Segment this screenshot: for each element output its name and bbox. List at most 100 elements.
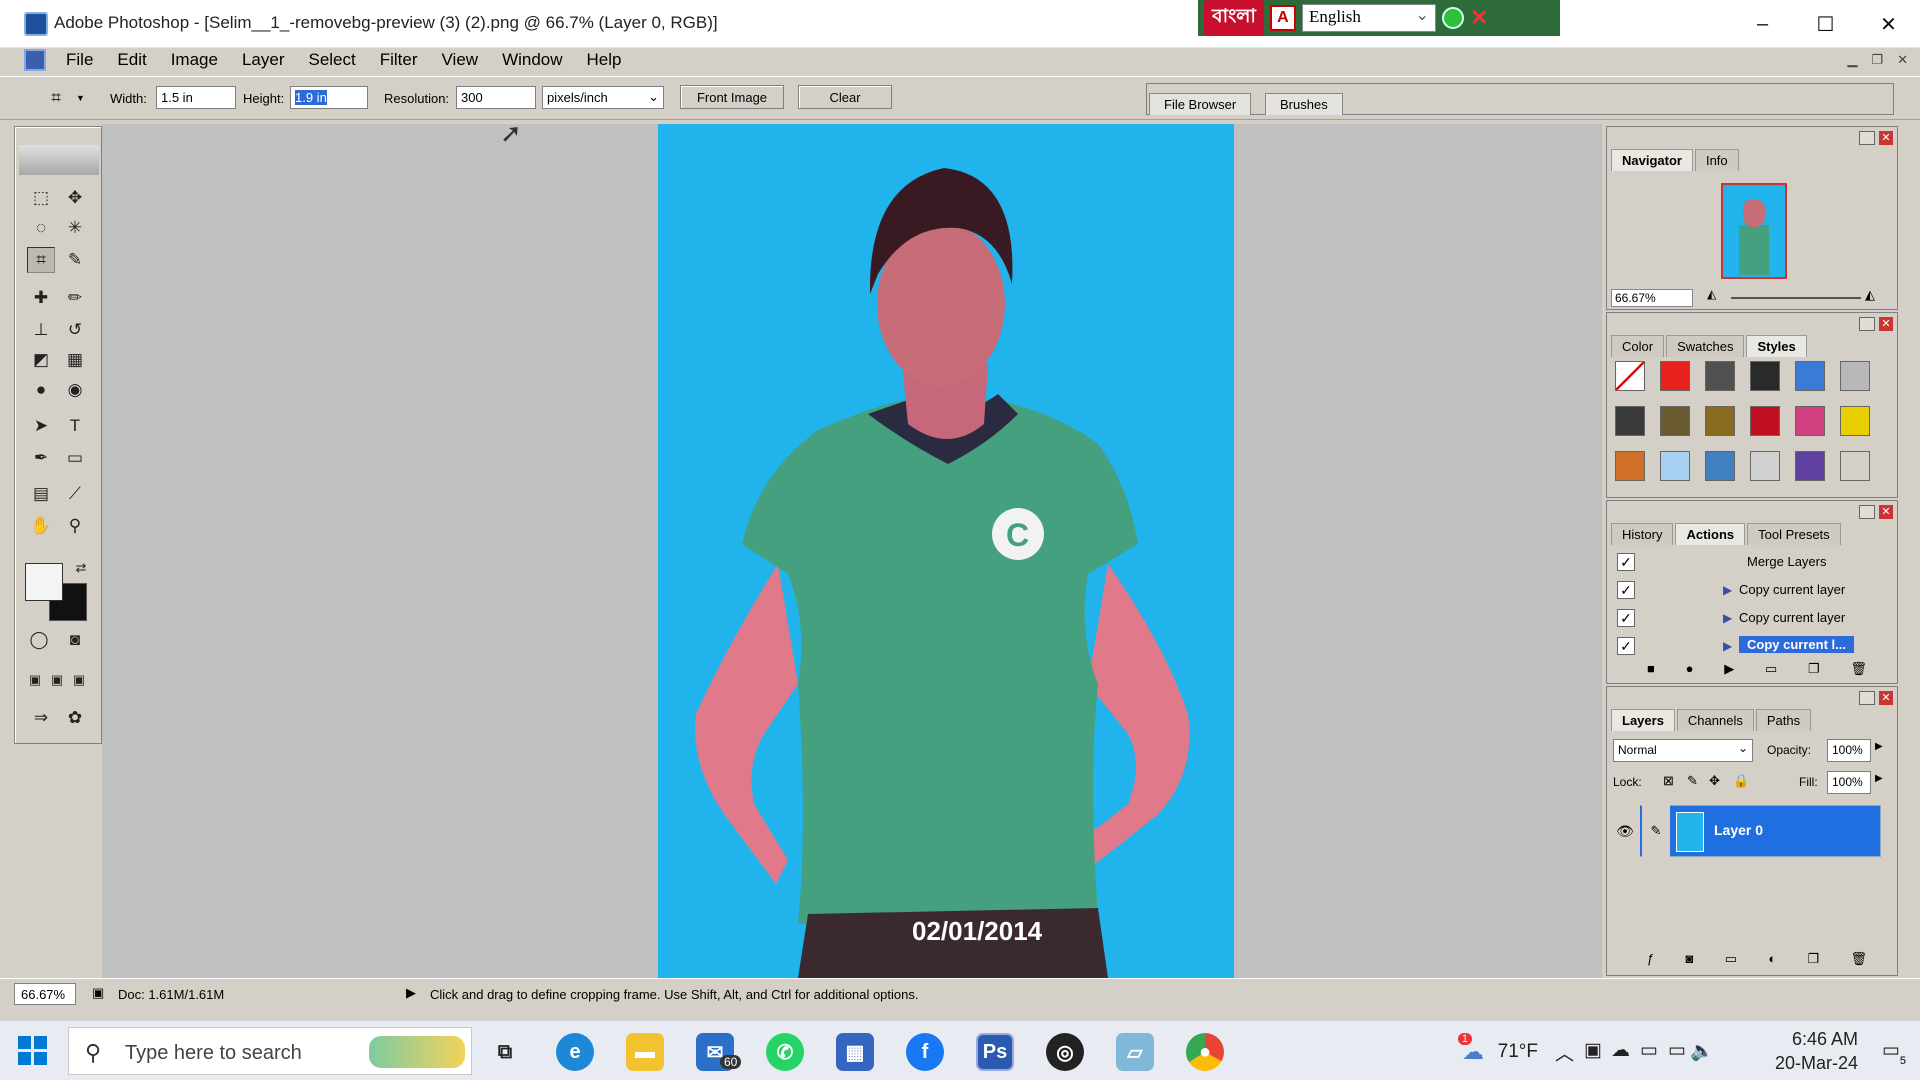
doc-close-button[interactable]: ✕ (1897, 52, 1908, 68)
preset-dropdown-arrow-icon[interactable]: ▼ (76, 93, 85, 103)
quick-mask-mode-icon[interactable]: ◙ (61, 627, 89, 653)
action-checkbox[interactable]: ✓ (1617, 581, 1635, 599)
tab-history[interactable]: History (1611, 523, 1674, 545)
clear-button[interactable]: Clear (798, 85, 892, 109)
start-button[interactable] (18, 1036, 48, 1066)
shape-tool-icon[interactable]: ▭ (61, 445, 89, 471)
tab-layers[interactable]: Layers (1611, 709, 1675, 731)
history-brush-tool-icon[interactable]: ↺ (61, 317, 89, 343)
new-set-icon[interactable]: ▭ (1765, 661, 1777, 681)
layer-mask-icon[interactable]: ◙ (1686, 951, 1694, 971)
clock-date[interactable]: 20-Mar-24 (1775, 1053, 1858, 1074)
foreground-color-swatch[interactable] (25, 563, 63, 601)
zoom-slider[interactable] (1731, 297, 1861, 299)
style-swatch[interactable] (1840, 406, 1870, 436)
microsoft-store-icon[interactable]: ▦ (836, 1033, 874, 1071)
document-icon[interactable] (24, 49, 46, 71)
maximize-button[interactable]: ☐ (1794, 0, 1857, 48)
menu-file[interactable]: File (54, 50, 105, 70)
style-swatch[interactable] (1795, 451, 1825, 481)
blur-tool-icon[interactable]: ● (27, 377, 55, 403)
camera-app-icon[interactable]: ◎ (1046, 1033, 1084, 1071)
opacity-input[interactable]: 100% (1827, 739, 1871, 762)
clock-time[interactable]: 6:46 AM (1792, 1029, 1858, 1050)
style-swatch-none[interactable] (1615, 361, 1645, 391)
action-row[interactable]: ✓ ▶ Copy current layer (1611, 577, 1881, 603)
actions-minimize-icon[interactable] (1859, 505, 1875, 519)
notes-tool-icon[interactable]: ▤ (27, 481, 55, 507)
imageready-icon[interactable]: ✿ (61, 705, 89, 731)
action-checkbox[interactable]: ✓ (1617, 637, 1635, 655)
style-swatch[interactable] (1750, 451, 1780, 481)
layer-row[interactable]: 👁 ✎ Layer 0 (1610, 804, 1881, 858)
width-input[interactable]: 1.5 in (156, 86, 236, 109)
gradient-tool-icon[interactable]: ▦ (61, 347, 89, 373)
fill-input[interactable]: 100% (1827, 771, 1871, 794)
bangla-keyboard-label[interactable]: বাংলা (1204, 0, 1264, 36)
status-menu-arrow-icon[interactable]: ▶ (406, 985, 416, 1001)
crop-tool-preset-icon[interactable]: ⌗ (42, 85, 70, 111)
lock-all-icon[interactable]: 🔒 (1733, 773, 1749, 789)
onedrive-icon[interactable]: ☁ (1611, 1039, 1630, 1062)
tab-styles[interactable]: Styles (1746, 335, 1807, 357)
eyedropper-tool-icon[interactable]: ⟋ (61, 481, 89, 507)
play-icon[interactable]: ▶ (1724, 661, 1734, 681)
status-zoom-field[interactable]: 66.67% (14, 983, 76, 1005)
whatsapp-icon[interactable]: ✆ (766, 1033, 804, 1071)
style-swatch[interactable] (1840, 361, 1870, 391)
opacity-slider-arrow-icon[interactable]: ▶ (1875, 741, 1883, 752)
action-row-selected[interactable]: ✓ ▶ Copy current l... (1611, 633, 1881, 659)
edge-browser-icon[interactable]: e (556, 1033, 594, 1071)
navigator-close-icon[interactable]: ✕ (1879, 131, 1893, 145)
notepad-icon[interactable]: ▱ (1116, 1033, 1154, 1071)
style-swatch[interactable] (1615, 406, 1645, 436)
tab-paths[interactable]: Paths (1755, 709, 1812, 731)
langbar-close-icon[interactable]: ✕ (1470, 5, 1488, 31)
styles-minimize-icon[interactable] (1859, 317, 1875, 331)
zoom-in-icon[interactable]: ◭ (1865, 287, 1875, 303)
photoshop-app-icon[interactable] (24, 12, 48, 36)
menu-view[interactable]: View (430, 50, 491, 70)
type-tool-icon[interactable]: T (61, 413, 89, 439)
resolution-unit-select[interactable]: pixels/inch ⌄ (542, 86, 664, 109)
healing-brush-tool-icon[interactable]: ✚ (27, 285, 55, 311)
new-action-icon[interactable]: ❐ (1808, 661, 1820, 681)
stop-icon[interactable]: ■ (1647, 661, 1655, 681)
doc-restore-button[interactable]: ❐ (1871, 52, 1883, 68)
tab-navigator[interactable]: Navigator (1611, 149, 1693, 171)
lock-transparency-icon[interactable]: ⊠ (1663, 773, 1674, 789)
zoom-tool-icon[interactable]: ⚲ (61, 513, 89, 539)
language-select[interactable]: English (1301, 4, 1436, 32)
style-swatch[interactable] (1795, 406, 1825, 436)
navigator-zoom-field[interactable]: 66.67% (1611, 289, 1693, 307)
tab-tool-presets[interactable]: Tool Presets (1747, 523, 1841, 545)
tab-actions[interactable]: Actions (1675, 523, 1746, 545)
action-checkbox[interactable]: ✓ (1617, 553, 1635, 571)
zoom-out-icon[interactable]: ◭ (1707, 287, 1716, 301)
notification-center-icon[interactable]: ▭ (1882, 1039, 1900, 1062)
navigator-thumbnail[interactable] (1721, 183, 1787, 279)
layer-link-brush-icon[interactable]: ✎ (1642, 804, 1670, 858)
standard-mode-icon[interactable]: ◯ (25, 627, 53, 653)
photoshop-taskbar-icon[interactable]: Ps (976, 1033, 1014, 1071)
record-icon[interactable]: ● (1686, 661, 1694, 681)
blend-mode-select[interactable]: Normal ⌄ (1613, 739, 1753, 762)
dodge-tool-icon[interactable]: ◉ (61, 377, 89, 403)
style-swatch[interactable] (1705, 451, 1735, 481)
style-swatch[interactable] (1660, 361, 1690, 391)
chevron-up-icon[interactable]: ︿ (1555, 1039, 1574, 1066)
volume-icon[interactable]: 🔈 (1690, 1039, 1714, 1063)
lasso-tool-icon[interactable]: ◌ (27, 215, 55, 241)
task-view-icon[interactable]: ⧉ (486, 1033, 524, 1071)
pen-tool-icon[interactable]: ✒ (27, 445, 55, 471)
hand-tool-icon[interactable]: ✋ (27, 513, 55, 539)
chrome-icon[interactable]: ● (1186, 1033, 1224, 1071)
style-swatch[interactable] (1750, 406, 1780, 436)
tab-brushes[interactable]: Brushes (1265, 93, 1343, 115)
menu-image[interactable]: Image (159, 50, 230, 70)
lock-position-icon[interactable]: ✥ (1709, 773, 1720, 789)
slice-tool-icon[interactable]: ✎ (61, 247, 89, 273)
style-swatch[interactable] (1750, 361, 1780, 391)
height-input[interactable]: 1.9 in (290, 86, 368, 109)
facebook-icon[interactable]: f (906, 1033, 944, 1071)
